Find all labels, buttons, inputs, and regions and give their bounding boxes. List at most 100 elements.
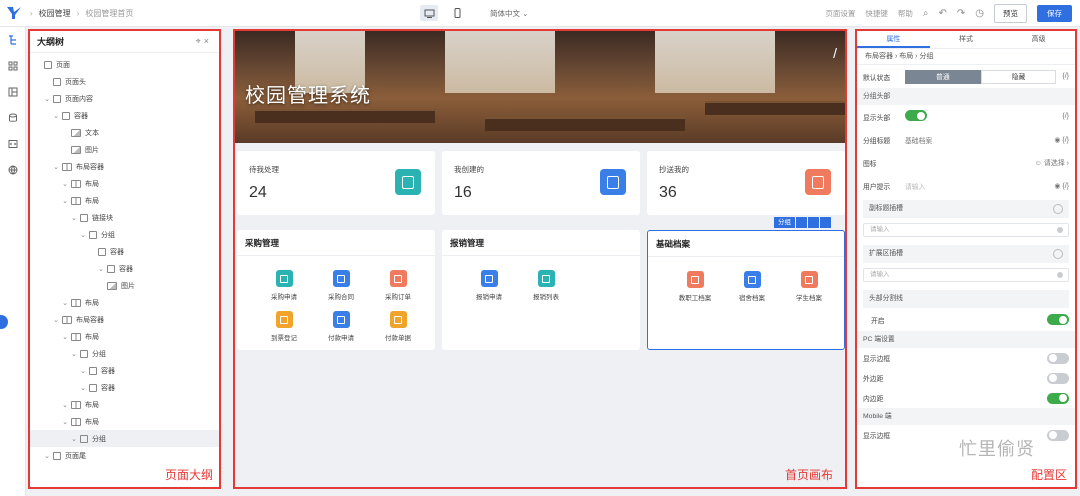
extend-slot-input[interactable]: 请输入 bbox=[863, 268, 1069, 282]
app-shortcut[interactable]: 学生档案 bbox=[782, 271, 836, 302]
app-shortcut[interactable]: 采购合同 bbox=[314, 270, 368, 301]
copy-icon[interactable] bbox=[796, 217, 807, 228]
preview-button[interactable]: 预览 bbox=[994, 4, 1027, 23]
tree-node[interactable]: 图片 bbox=[30, 277, 219, 294]
tree-node[interactable]: ⌄ 容器 bbox=[30, 362, 219, 379]
page-settings-link[interactable]: 页面设置 bbox=[825, 8, 855, 19]
group-title-input[interactable]: 基础档案 bbox=[905, 135, 1054, 145]
breadcrumb-app[interactable]: 校园管理 bbox=[39, 8, 71, 19]
tree-node[interactable]: ⌄ 布局 bbox=[30, 294, 219, 311]
tree-node[interactable]: 页面头 bbox=[30, 73, 219, 90]
tree-node[interactable]: ⌄ 分组 bbox=[30, 345, 219, 362]
shortcuts-link[interactable]: 快捷键 bbox=[865, 8, 888, 19]
tab-style[interactable]: 样式 bbox=[930, 31, 1003, 48]
delete-icon[interactable] bbox=[820, 217, 831, 228]
history-icon[interactable]: ◷ bbox=[975, 8, 984, 19]
stat-card[interactable]: 抄送我的 36 bbox=[647, 151, 845, 215]
caret-icon[interactable]: ⌄ bbox=[52, 112, 60, 120]
tree-node[interactable]: ⌄ 页面尾 bbox=[30, 447, 219, 464]
tree-node[interactable]: ⌄ 布局 bbox=[30, 413, 219, 430]
tree-node[interactable]: ⌄ 链接块 bbox=[30, 209, 219, 226]
app-shortcut[interactable]: 到票登记 bbox=[257, 311, 311, 342]
caret-icon[interactable]: ⌄ bbox=[79, 384, 87, 392]
tree-node[interactable]: ⌄ 容器 bbox=[30, 379, 219, 396]
app-shortcut[interactable]: 付款申请 bbox=[314, 311, 368, 342]
tree-node[interactable]: ⌄ 布局容器 bbox=[30, 158, 219, 175]
user-hint-input[interactable]: 请输入 bbox=[905, 181, 1054, 191]
pin-icon[interactable]: ⌖ bbox=[196, 36, 204, 46]
breadcrumb-item[interactable]: 布局 bbox=[899, 53, 913, 60]
caret-icon[interactable]: ⌄ bbox=[61, 418, 69, 426]
caret-icon[interactable]: ⌄ bbox=[70, 350, 78, 358]
caret-icon[interactable]: ⌄ bbox=[79, 231, 87, 239]
caret-icon[interactable]: ⌄ bbox=[43, 452, 51, 460]
tree-node[interactable]: ⌄ 分组 bbox=[30, 430, 219, 447]
floating-handle[interactable] bbox=[0, 315, 8, 329]
breadcrumb-item[interactable]: 布局容器 bbox=[865, 53, 893, 60]
extend-slot[interactable]: 扩展区插槽 bbox=[863, 245, 1069, 263]
subtitle-slot-input[interactable]: 请输入 bbox=[863, 223, 1069, 237]
breadcrumb-page[interactable]: 校园管理首页 bbox=[85, 8, 133, 19]
tree-node[interactable]: 容器 bbox=[30, 243, 219, 260]
caret-icon[interactable]: ⌄ bbox=[61, 299, 69, 307]
stat-card[interactable]: 待我处理 24 bbox=[237, 151, 435, 215]
search-icon[interactable]: ⌕ bbox=[923, 8, 929, 19]
expression-icon[interactable]: ◉ {/} bbox=[1054, 182, 1069, 190]
caret-icon[interactable]: ⌄ bbox=[52, 163, 60, 171]
app-shortcut[interactable]: 宿舍档案 bbox=[725, 271, 779, 302]
layout-icon[interactable] bbox=[0, 79, 26, 105]
tree-node[interactable]: ⌄ 分组 bbox=[30, 226, 219, 243]
app-shortcut[interactable]: 采购申请 bbox=[257, 270, 311, 301]
close-icon[interactable]: × bbox=[204, 36, 212, 46]
tree-node[interactable]: ⌄ 容器 bbox=[30, 260, 219, 277]
code-icon[interactable] bbox=[0, 131, 26, 157]
expression-icon[interactable]: ◉ {/} bbox=[1054, 136, 1069, 144]
stat-card[interactable]: 我创建的 16 bbox=[442, 151, 640, 215]
desktop-view-button[interactable] bbox=[420, 5, 438, 21]
app-shortcut[interactable]: 采购订单 bbox=[371, 270, 425, 301]
selected-component-label[interactable]: 分组 bbox=[774, 217, 795, 228]
redo-icon[interactable]: ↷ bbox=[957, 8, 965, 19]
caret-icon[interactable]: ⌄ bbox=[79, 367, 87, 375]
icon-select[interactable]: ☺ 请选择 › bbox=[1035, 158, 1069, 168]
tree-node[interactable]: ⌄ 布局 bbox=[30, 328, 219, 345]
caret-icon[interactable]: ⌄ bbox=[70, 435, 78, 443]
caret-icon[interactable]: ⌄ bbox=[97, 265, 105, 273]
segment-normal[interactable]: 普通 bbox=[905, 69, 981, 84]
subtitle-slot[interactable]: 副标题插槽 bbox=[863, 200, 1069, 218]
help-link[interactable]: 帮助 bbox=[898, 8, 913, 19]
divider-toggle[interactable] bbox=[1047, 314, 1069, 325]
tab-advanced[interactable]: 高级 bbox=[1002, 31, 1075, 48]
mobile-border-toggle[interactable] bbox=[1047, 429, 1069, 441]
tab-properties[interactable]: 属性 bbox=[857, 31, 930, 48]
group-card-reimburse[interactable]: 报销管理 报销申请 报销列表 bbox=[442, 230, 640, 350]
app-shortcut[interactable]: 付款单据 bbox=[371, 311, 425, 342]
tree-node[interactable]: ⌄ 布局 bbox=[30, 396, 219, 413]
app-shortcut[interactable]: 报销列表 bbox=[519, 270, 573, 301]
group-card-archive[interactable]: 基础档案 教职工档案 宿舍档案 学生档案 bbox=[647, 230, 845, 350]
undo-icon[interactable]: ↶ bbox=[938, 8, 946, 19]
globe-icon[interactable] bbox=[0, 157, 26, 183]
segment-hidden[interactable]: 隐藏 bbox=[980, 69, 1057, 84]
app-shortcut[interactable]: 报销申请 bbox=[462, 270, 516, 301]
database-icon[interactable] bbox=[0, 105, 26, 131]
app-logo[interactable] bbox=[0, 0, 28, 27]
tree-node[interactable]: ⌄ 布局容器 bbox=[30, 311, 219, 328]
group-card-purchase[interactable]: 采购管理 采购申请 采购合同 采购订单 到票登记 付款申请 付款单据 bbox=[237, 230, 435, 350]
tree-node[interactable]: ⌄ 页面内容 bbox=[30, 90, 219, 107]
breadcrumb-item[interactable]: 分组 bbox=[919, 53, 933, 60]
tree-node[interactable]: ⌄ 布局 bbox=[30, 192, 219, 209]
tree-node[interactable]: 图片 bbox=[30, 141, 219, 158]
padding-toggle[interactable] bbox=[1047, 392, 1069, 404]
caret-icon[interactable]: ⌄ bbox=[61, 197, 69, 205]
caret-icon[interactable]: ⌄ bbox=[61, 401, 69, 409]
margin-toggle[interactable] bbox=[1047, 372, 1069, 384]
caret-icon[interactable]: ⌄ bbox=[43, 95, 51, 103]
language-select[interactable]: 简体中文 ⌄ bbox=[490, 8, 528, 19]
caret-icon[interactable]: ⌄ bbox=[70, 214, 78, 222]
mobile-view-button[interactable] bbox=[448, 5, 466, 21]
caret-icon[interactable]: ⌄ bbox=[61, 180, 69, 188]
default-state-segmented[interactable]: 普通 隐藏 bbox=[905, 69, 1057, 84]
outline-tree-icon[interactable] bbox=[0, 27, 26, 53]
app-shortcut[interactable]: 教职工档案 bbox=[668, 271, 722, 302]
